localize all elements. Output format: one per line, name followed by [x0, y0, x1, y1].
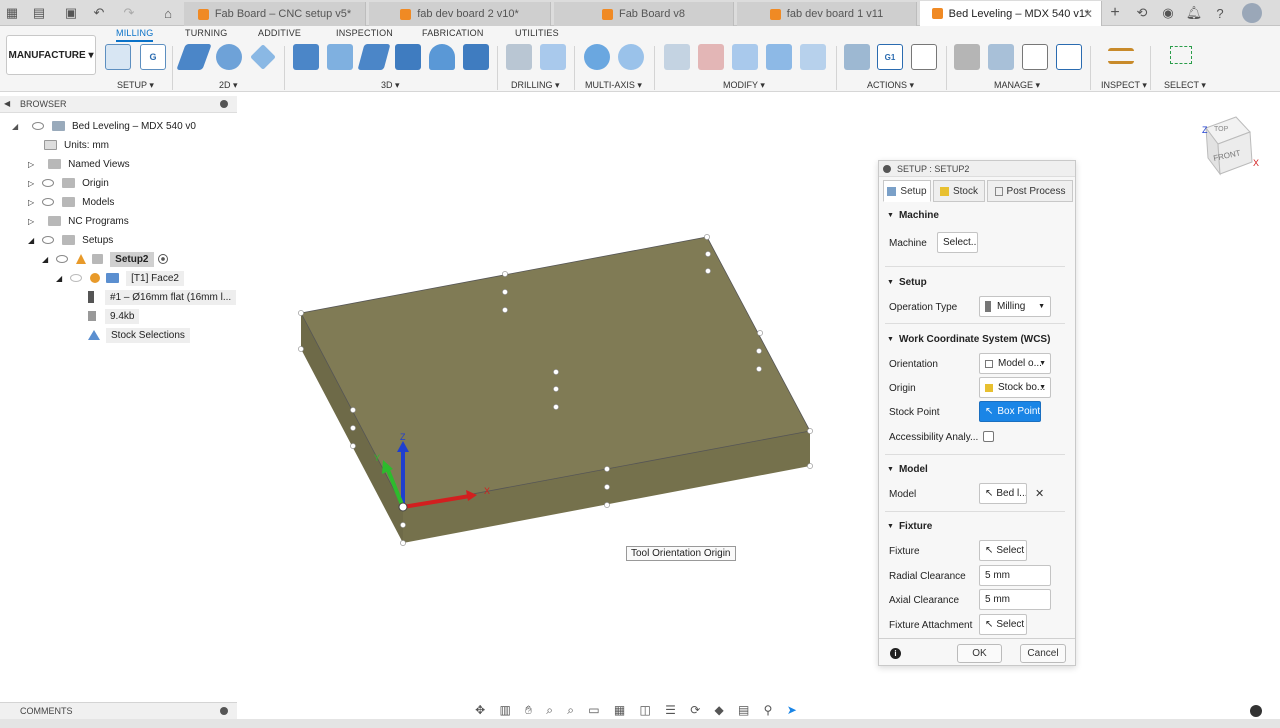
pin-icon[interactable]: [220, 707, 228, 715]
edit-icon[interactable]: [1250, 705, 1262, 717]
chevron-down-icon: ▼: [1038, 303, 1045, 310]
display-settings-icon[interactable]: ▭: [588, 703, 599, 717]
filter-icon[interactable]: ⚲: [764, 703, 773, 717]
tab-label: Stock: [952, 185, 978, 197]
fixture-label: Fixture: [889, 546, 920, 557]
tab-label: Post Process: [1006, 185, 1066, 197]
orientation-icon: [985, 359, 993, 368]
orientation-select[interactable]: Model o... ▼: [979, 353, 1051, 374]
button-label: Select: [996, 619, 1025, 630]
orbit-constrained-icon[interactable]: ✥: [475, 703, 485, 717]
comments-bar[interactable]: COMMENTS: [0, 702, 237, 719]
stock-point-button[interactable]: ↖ Box Point: [979, 401, 1041, 422]
operation-type-select[interactable]: Milling ▼: [979, 296, 1051, 317]
pan-icon[interactable]: ✋︎: [525, 703, 532, 718]
radial-clearance-input[interactable]: [979, 565, 1051, 586]
section-fixture[interactable]: Fixture: [887, 521, 932, 532]
machine-label: Machine: [889, 238, 927, 249]
clear-model-icon[interactable]: ✕: [1035, 487, 1044, 500]
origin-label: Origin: [889, 383, 916, 394]
button-label: Select: [996, 545, 1025, 556]
divider: [885, 266, 1065, 267]
accessibility-checkbox[interactable]: [983, 431, 994, 442]
divider: [885, 454, 1065, 455]
tab-setup[interactable]: Setup: [883, 180, 931, 202]
grid-icon[interactable]: ▦: [614, 703, 625, 717]
zoom-window-icon[interactable]: ⌕: [567, 703, 574, 718]
viewport[interactable]: Z Y X TOP FRONT Z X: [0, 0, 1280, 728]
viewcube-top-label: TOP: [1214, 126, 1229, 133]
section-wcs[interactable]: Work Coordinate System (WCS): [887, 334, 1051, 345]
axial-clearance-input[interactable]: [979, 589, 1051, 610]
comments-label: COMMENTS: [20, 706, 73, 716]
operation-type-label: Operation Type: [889, 302, 958, 313]
orientation-label: Orientation: [889, 359, 938, 370]
ok-button[interactable]: OK: [957, 644, 1002, 663]
machine-select-button[interactable]: Select...: [937, 232, 978, 253]
section-machine[interactable]: Machine: [887, 210, 939, 221]
stock-box-icon: [985, 383, 993, 392]
tab-stock[interactable]: Stock: [933, 180, 985, 202]
x-axis-label: X: [484, 486, 490, 496]
origin-select[interactable]: Stock bo... ▼: [979, 377, 1051, 398]
divider: [885, 511, 1065, 512]
section-icon[interactable]: ☰: [665, 703, 676, 717]
z-axis-label: Z: [400, 432, 406, 442]
section-setup[interactable]: Setup: [887, 277, 927, 288]
chevron-down-icon: ▼: [1039, 360, 1046, 367]
mill-icon: [985, 301, 991, 312]
setup-tab-icon: [887, 186, 897, 196]
environment-icon[interactable]: ▤: [738, 703, 749, 717]
look-at-icon[interactable]: ▥: [499, 703, 510, 717]
post-tab-icon: [994, 186, 1003, 196]
chevron-down-icon: ▼: [1039, 384, 1046, 391]
info-icon[interactable]: i: [890, 648, 901, 659]
section-model[interactable]: Model: [887, 464, 928, 475]
simulation-display-icon[interactable]: ➤: [787, 703, 797, 717]
button-label: Bed l...: [996, 488, 1027, 499]
viewcube-z-label: Z: [1202, 125, 1208, 135]
setup-dialog: SETUP : SETUP2 Setup Stock Post Process …: [878, 160, 1076, 666]
radial-clearance-label: Radial Clearance: [889, 571, 966, 582]
select-value: Model o...: [998, 358, 1042, 369]
dialog-title: SETUP : SETUP2: [897, 164, 970, 174]
fixture-attachment-button[interactable]: ↖ Select: [979, 614, 1027, 635]
cancel-button[interactable]: Cancel: [1020, 644, 1066, 663]
axial-clearance-label: Axial Clearance: [889, 595, 960, 606]
collapse-dialog-icon[interactable]: [883, 165, 891, 173]
triad-origin[interactable]: [398, 502, 408, 512]
model-select-button[interactable]: ↖ Bed l...: [979, 483, 1027, 504]
tab-label: Setup: [900, 185, 927, 197]
fixture-attachment-label: Fixture Attachment: [889, 620, 973, 631]
cursor-icon: ↖: [985, 488, 994, 499]
cursor-icon: ↖: [985, 406, 994, 417]
tooltip: Tool Orientation Origin: [626, 546, 736, 561]
divider: [879, 638, 1075, 639]
stock-point-label: Stock Point: [889, 407, 940, 418]
model-label: Model: [889, 489, 917, 500]
zoom-icon[interactable]: ⌕: [546, 703, 553, 718]
y-axis-label: Y: [374, 453, 380, 463]
stock-tab-icon: [939, 186, 949, 196]
viewcube-x-label: X: [1253, 158, 1259, 168]
status-strip: [0, 719, 1280, 728]
navigation-bar: ✥ ▥ ✋︎ ⌕ ⌕ ▭ ▦ ◫ ☰ ⟳ ◆ ▤ ⚲ ➤: [468, 700, 804, 720]
dialog-titlebar[interactable]: SETUP : SETUP2: [879, 161, 1075, 177]
refresh-icon[interactable]: ⟳: [690, 703, 700, 717]
select-value: Milling: [997, 301, 1026, 312]
viewports-icon[interactable]: ◫: [640, 703, 651, 717]
material-icon[interactable]: ◆: [715, 703, 724, 717]
tab-post-process[interactable]: Post Process: [987, 180, 1073, 202]
cursor-icon: ↖: [985, 545, 994, 556]
divider: [885, 323, 1065, 324]
fixture-select-button[interactable]: ↖ Select: [979, 540, 1027, 561]
cursor-icon: ↖: [985, 619, 994, 630]
button-label: Box Point: [997, 406, 1041, 417]
accessibility-label: Accessibility Analy...: [889, 432, 979, 443]
